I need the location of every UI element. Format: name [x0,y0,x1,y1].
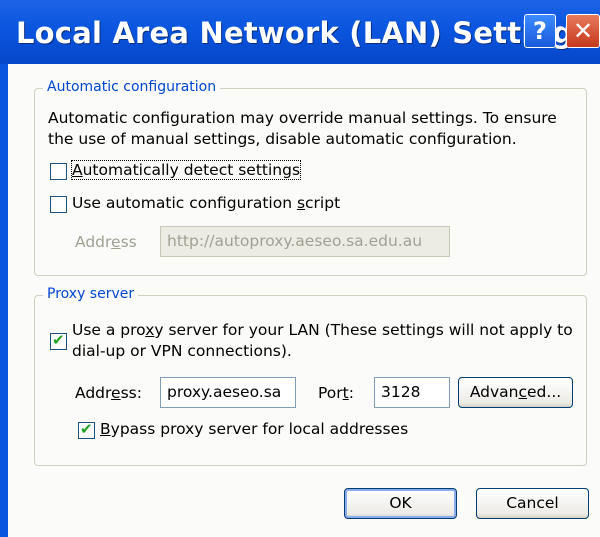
auto-address-label: Address [75,233,137,251]
ok-button[interactable]: OK [344,488,457,519]
group-legend: Automatic configuration [43,79,221,95]
auto-script-label[interactable]: Use automatic configuration script [72,194,340,212]
auto-detect-checkbox[interactable] [50,163,67,180]
close-button[interactable]: ✕ [566,14,600,48]
group-legend: Proxy server [43,286,139,302]
help-button[interactable]: ? [524,14,556,48]
bypass-local-label[interactable]: Bypass proxy server for local addresses [100,420,408,438]
auto-detect-label[interactable]: Automatically detect settings [70,160,302,180]
proxy-port-label: Port: [318,384,354,402]
proxy-port-field[interactable]: 3128 [374,377,450,408]
lan-settings-dialog: Local Area Network (LAN) Settings ? ✕ Au… [0,0,600,537]
close-icon: ✕ [572,17,594,45]
use-proxy-checkbox[interactable] [50,331,67,350]
cancel-button[interactable]: Cancel [476,488,589,519]
auto-config-address-field[interactable]: http://autoproxy.aeseo.sa.edu.au [160,226,450,257]
use-proxy-label[interactable]: Use a proxy server for your LAN (These s… [72,320,573,362]
help-icon: ? [533,17,547,45]
auto-config-description: Automatic configuration may override man… [48,109,557,148]
window-title: Local Area Network (LAN) Settings [16,16,591,50]
window-border [0,64,8,537]
proxy-address-label: Address: [75,384,142,402]
use-proxy-label-line2: dial-up or VPN connections). [72,342,292,360]
auto-script-checkbox[interactable] [50,196,67,213]
bypass-local-checkbox[interactable] [78,420,95,439]
advanced-button[interactable]: Advanced... [458,377,573,408]
title-bar[interactable]: Local Area Network (LAN) Settings ? ✕ [0,0,600,64]
use-proxy-label-line1: Use a proxy server for your LAN (These s… [72,321,573,339]
proxy-address-field[interactable]: proxy.aeseo.sa [160,377,296,408]
